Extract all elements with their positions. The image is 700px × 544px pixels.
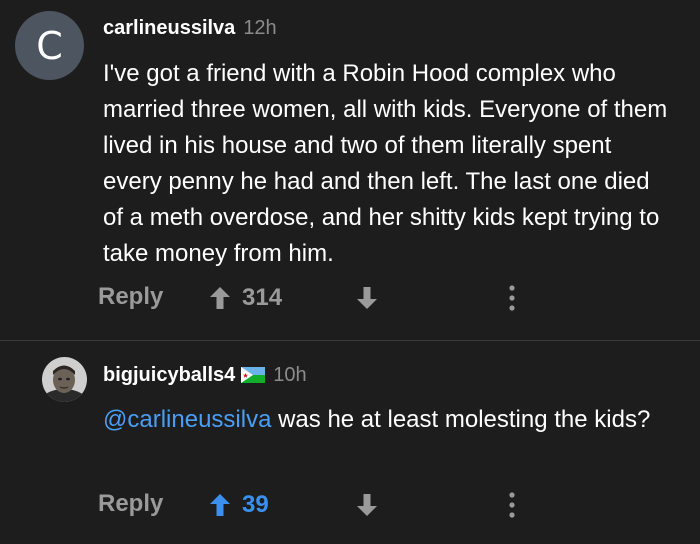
upvote-button[interactable]: 39 (208, 491, 269, 519)
reply-button[interactable]: Reply (98, 283, 163, 311)
comment-body: I've got a friend with a Robin Hood comp… (103, 60, 668, 267)
comment-actions: Reply 39 (0, 484, 700, 524)
downvote-button[interactable] (355, 492, 379, 523)
avatar-photo-icon (42, 357, 87, 402)
comment-body-text: was he at least molesting the kids? (271, 406, 651, 433)
downvote-button[interactable] (355, 285, 379, 316)
arrow-down-icon (357, 287, 377, 309)
comment-body: @carlineussilva was he at least molestin… (103, 402, 673, 438)
username[interactable]: carlineussilva (103, 17, 235, 40)
user-mention-link[interactable]: @carlineussilva (103, 406, 271, 433)
upvote-count: 39 (242, 491, 269, 518)
more-vertical-icon (509, 285, 515, 311)
comment: C carlineussilva 12h I've got a friend w… (0, 0, 700, 340)
avatar[interactable] (42, 357, 87, 402)
avatar-letter: C (36, 23, 63, 68)
upvote-button[interactable]: 314 (208, 284, 282, 312)
comment-actions: Reply 314 (0, 277, 700, 317)
more-vertical-icon (509, 492, 515, 518)
comment-header: carlineussilva 12h (103, 17, 277, 40)
reply-button[interactable]: Reply (98, 490, 163, 518)
djibouti-flag-icon (241, 367, 266, 383)
timestamp: 10h (273, 364, 307, 386)
comment-header: bigjuicyballs4 10h (103, 364, 307, 387)
more-options-button[interactable] (505, 283, 519, 318)
upvote-count: 314 (242, 284, 283, 311)
arrow-down-icon (357, 494, 377, 516)
timestamp: 12h (243, 17, 277, 39)
arrow-up-icon (210, 494, 230, 516)
username[interactable]: bigjuicyballs4 (103, 364, 235, 387)
more-options-button[interactable] (505, 490, 519, 525)
avatar[interactable]: C (15, 11, 84, 80)
divider (0, 340, 700, 341)
arrow-up-icon (210, 287, 230, 309)
